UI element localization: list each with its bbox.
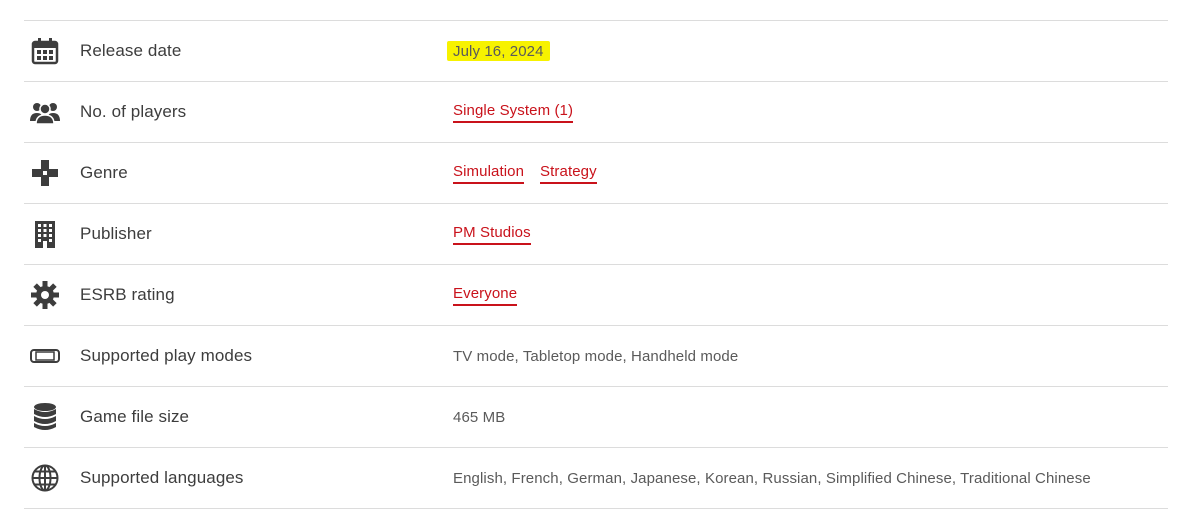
calendar-icon <box>30 36 60 66</box>
publisher-row: Publisher PM Studios <box>24 204 1168 265</box>
file-size-value: 465 MB <box>453 408 506 426</box>
languages-value: English, French, German, Japanese, Korea… <box>453 469 1091 487</box>
publisher-link[interactable]: PM Studios <box>453 224 531 245</box>
publisher-label: Publisher <box>80 224 152 243</box>
players-row: No. of players Single System (1) <box>24 82 1168 143</box>
file-size-row: Game file size 465 MB <box>24 387 1168 448</box>
file-size-label: Game file size <box>80 407 190 426</box>
play-modes-row: Supported play modes TV mode, Tabletop m… <box>24 326 1168 387</box>
genre-link-strategy[interactable]: Strategy <box>540 163 597 184</box>
players-link[interactable]: Single System (1) <box>453 102 574 123</box>
esrb-row: ESRB rating Everyone <box>24 265 1168 326</box>
genre-row: Genre Simulation Strategy <box>24 143 1168 204</box>
play-modes-value: TV mode, Tabletop mode, Handheld mode <box>453 347 739 365</box>
release-date-value: July 16, 2024 <box>447 41 550 61</box>
genre-label: Genre <box>80 163 128 182</box>
languages-row: Supported languages English, French, Ger… <box>24 448 1168 509</box>
players-value: Single System (1) <box>453 102 574 123</box>
gear-icon <box>30 280 60 310</box>
genre-link-simulation[interactable]: Simulation <box>453 163 525 184</box>
database-icon <box>30 402 60 432</box>
release-date-text: July 16, 2024 <box>447 41 550 61</box>
esrb-link[interactable]: Everyone <box>453 285 518 306</box>
globe-icon <box>30 463 60 493</box>
game-info-table: Release date July 16, 2024 No. of player… <box>24 20 1168 509</box>
esrb-value: Everyone <box>453 285 518 306</box>
players-label: No. of players <box>80 102 187 121</box>
play-modes-label: Supported play modes <box>80 346 253 365</box>
languages-label: Supported languages <box>80 468 244 487</box>
genre-value: Simulation Strategy <box>453 163 597 184</box>
dpad-icon <box>30 158 60 188</box>
release-date-label: Release date <box>80 41 182 60</box>
console-icon <box>30 341 60 371</box>
publisher-value: PM Studios <box>453 224 531 245</box>
esrb-label: ESRB rating <box>80 285 175 304</box>
release-date-row: Release date July 16, 2024 <box>24 21 1168 82</box>
players-icon <box>30 97 60 127</box>
building-icon <box>30 219 60 249</box>
